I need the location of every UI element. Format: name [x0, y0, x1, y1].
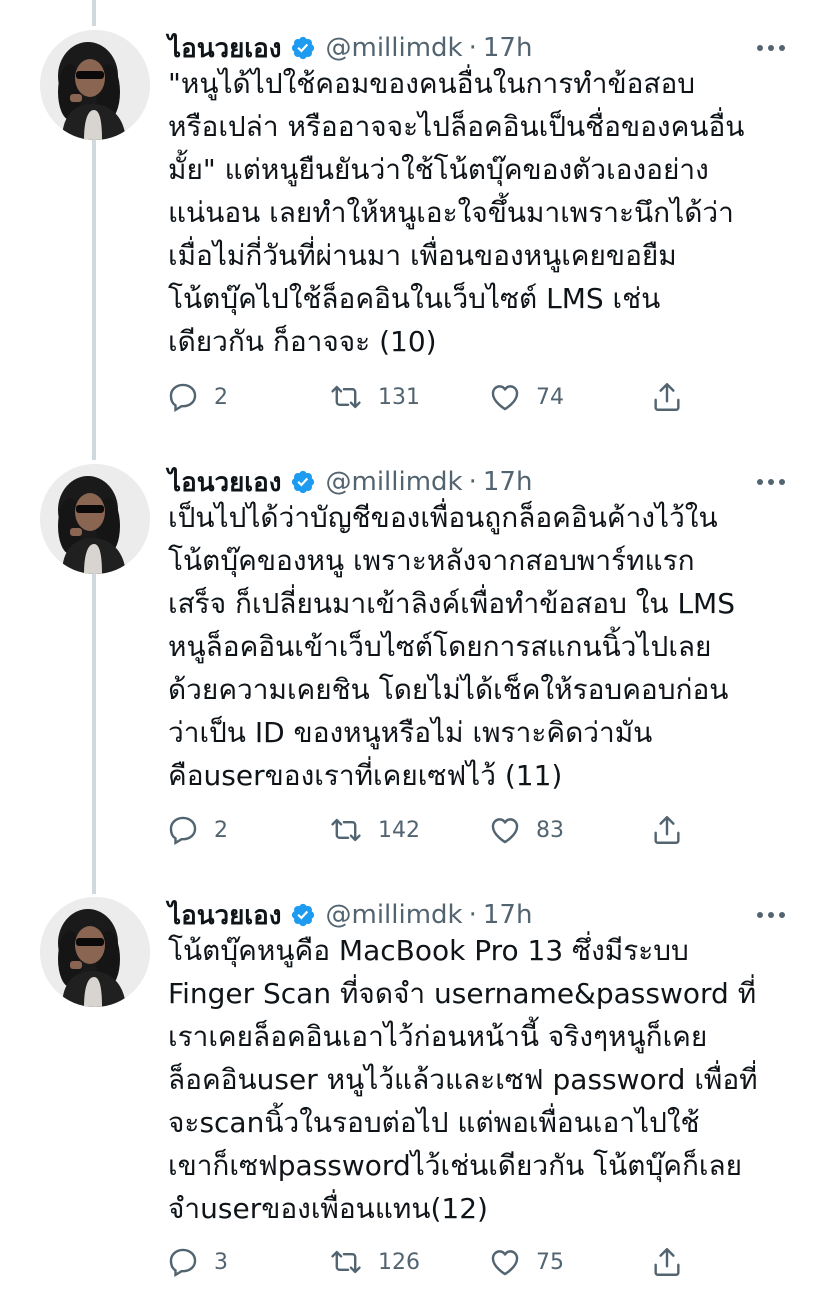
tweet[interactable]: ไอนวยเอง @millimdk · 17h "หนูได้ไปใช้คอม…	[0, 30, 828, 430]
timestamp[interactable]: 17h	[483, 900, 533, 930]
tweet-actions: 3 126 75	[166, 1242, 706, 1282]
verified-badge-icon	[290, 469, 316, 495]
timestamp[interactable]: 17h	[483, 467, 533, 497]
retweet-icon	[328, 813, 364, 847]
retweet-button[interactable]: 131	[328, 377, 420, 417]
avatar[interactable]	[40, 897, 150, 1007]
reply-count: 2	[214, 817, 228, 843]
separator-dot: ·	[468, 900, 477, 930]
retweet-button[interactable]: 142	[328, 810, 420, 850]
more-options-icon[interactable]	[756, 30, 786, 66]
tweet-header: ไอนวยเอง @millimdk · 17h	[168, 464, 532, 500]
reply-icon	[166, 813, 200, 847]
reply-button[interactable]: 3	[166, 1242, 228, 1282]
like-button[interactable]: 75	[488, 1242, 564, 1282]
verified-badge-icon	[290, 902, 316, 928]
like-button[interactable]: 74	[488, 377, 564, 417]
reply-icon	[166, 380, 200, 414]
share-icon	[650, 1245, 684, 1279]
like-count: 74	[536, 384, 564, 410]
tweet-header: ไอนวยเอง @millimdk · 17h	[168, 30, 532, 66]
share-icon	[650, 813, 684, 847]
tweet-text: "หนูได้ไปใช้คอมของคนอื่นในการทำข้อสอบ หร…	[168, 67, 745, 358]
avatar[interactable]	[40, 464, 150, 574]
tweet[interactable]: ไอนวยเอง @millimdk · 17h โน้ตบุ๊คหนูคือ …	[0, 897, 828, 1297]
avatar-photo-icon	[40, 464, 150, 574]
retweet-count: 131	[378, 384, 420, 410]
tweet-actions: 2 142 83	[166, 810, 706, 850]
share-button[interactable]	[650, 377, 684, 417]
avatar[interactable]	[40, 30, 150, 140]
more-options-icon[interactable]	[756, 897, 786, 933]
share-icon	[650, 380, 684, 414]
retweet-count: 142	[378, 817, 420, 843]
tweet-thread: ไอนวยเอง @millimdk · 17h "หนูได้ไปใช้คอม…	[0, 0, 828, 1306]
reply-button[interactable]: 2	[166, 810, 228, 850]
heart-icon	[488, 1245, 522, 1279]
like-count: 83	[536, 817, 564, 843]
reply-button[interactable]: 2	[166, 377, 228, 417]
share-button[interactable]	[650, 1242, 684, 1282]
author-handle[interactable]: @millimdk	[326, 900, 463, 930]
reply-count: 2	[214, 384, 228, 410]
separator-dot: ·	[468, 467, 477, 497]
share-button[interactable]	[650, 810, 684, 850]
retweet-icon	[328, 1245, 364, 1279]
thread-line-top	[92, 0, 96, 26]
reply-count: 3	[214, 1249, 228, 1275]
separator-dot: ·	[468, 33, 477, 63]
retweet-button[interactable]: 126	[328, 1242, 420, 1282]
tweet-actions: 2 131 74	[166, 377, 706, 417]
tweet[interactable]: ไอนวยเอง @millimdk · 17h เป็นไปได้ว่าบัญ…	[0, 464, 828, 864]
tweet-text: เป็นไปได้ว่าบัญชีของเพื่อนถูกล็อคอินค้าง…	[168, 501, 735, 792]
reply-icon	[166, 1245, 200, 1279]
more-options-icon[interactable]	[756, 464, 786, 500]
heart-icon	[488, 813, 522, 847]
tweet-header: ไอนวยเอง @millimdk · 17h	[168, 897, 532, 933]
retweet-count: 126	[378, 1249, 420, 1275]
tweet-text: โน้ตบุ๊คหนูคือ MacBook Pro 13 ซึ่งมีระบบ…	[168, 934, 758, 1225]
verified-badge-icon	[290, 35, 316, 61]
retweet-icon	[328, 380, 364, 414]
avatar-photo-icon	[40, 897, 150, 1007]
author-handle[interactable]: @millimdk	[326, 33, 463, 63]
author-handle[interactable]: @millimdk	[326, 467, 463, 497]
heart-icon	[488, 380, 522, 414]
timestamp[interactable]: 17h	[483, 33, 533, 63]
like-button[interactable]: 83	[488, 810, 564, 850]
avatar-photo-icon	[40, 30, 150, 140]
like-count: 75	[536, 1249, 564, 1275]
